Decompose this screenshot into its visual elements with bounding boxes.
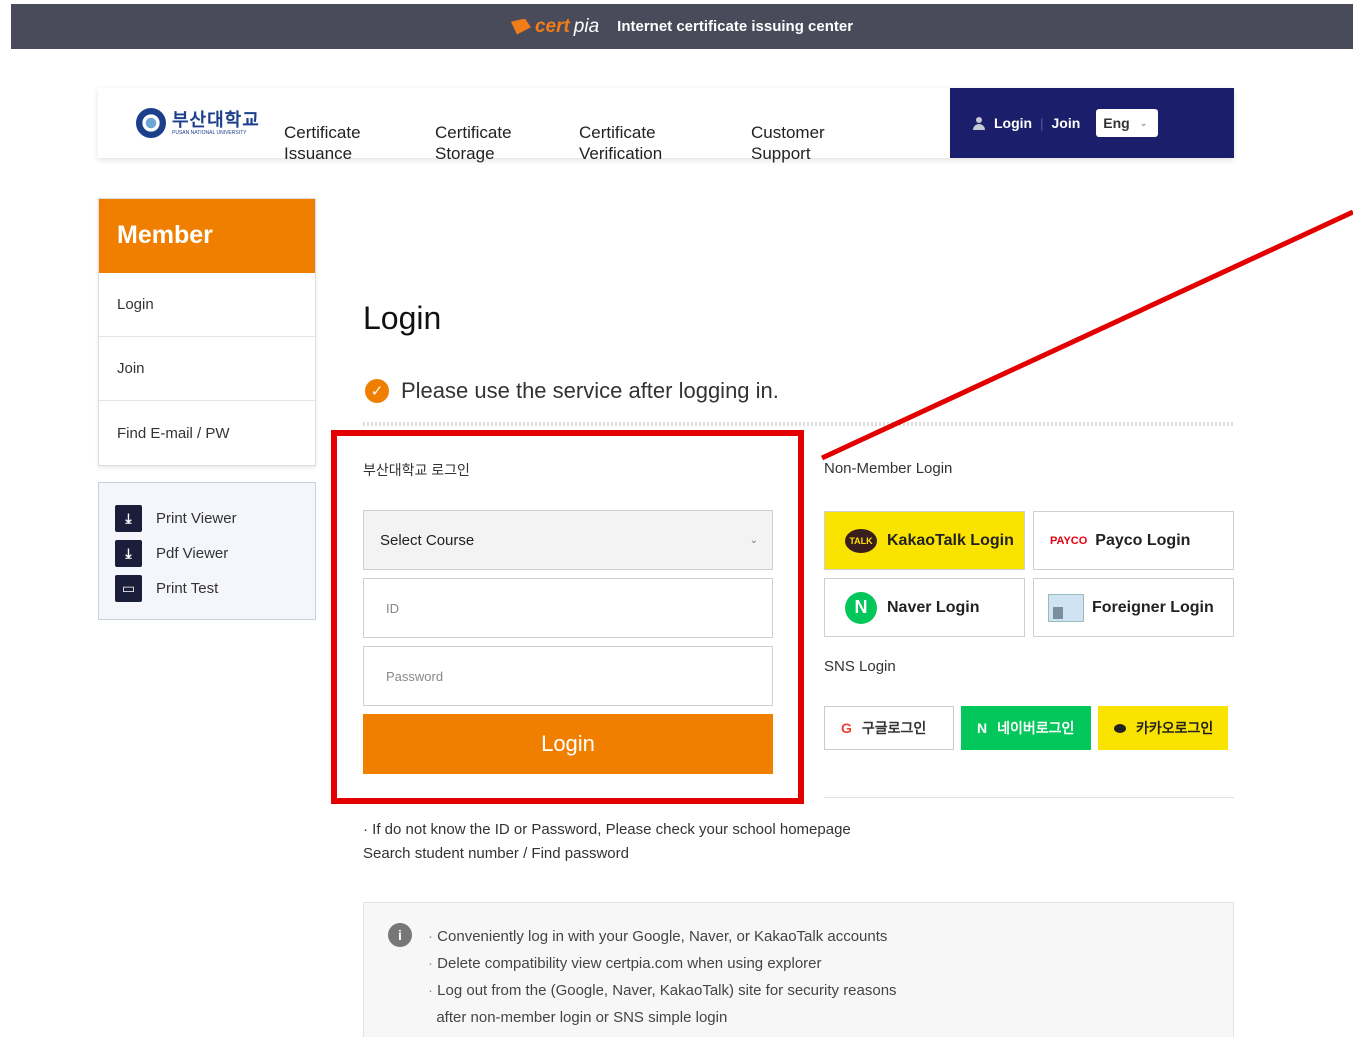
help-line: · If do not know the ID or Password, Ple…: [363, 821, 851, 838]
help-line: Search student number / Find password: [363, 845, 629, 862]
info-icon: i: [388, 923, 412, 947]
info-line: after non-member login or SNS simple log…: [436, 1009, 728, 1026]
google-sns-label: 구글로그인: [861, 720, 927, 736]
foreigner-login-label: Foreigner Login: [1092, 598, 1214, 616]
payco-login-label: Payco Login: [1095, 531, 1191, 549]
google-sns-login-button[interactable]: G 구글로그인: [824, 706, 954, 750]
payco-login-button[interactable]: PAYCO Payco Login: [1033, 511, 1234, 570]
naver-login-button[interactable]: N Naver Login: [824, 578, 1025, 637]
id-card-icon: [1048, 593, 1084, 622]
naver-login-label: Naver Login: [887, 598, 980, 616]
foreigner-login-button[interactable]: Foreigner Login: [1033, 578, 1234, 637]
naver-icon: N: [977, 720, 988, 736]
naver-sns-label: 네이버로그인: [997, 720, 1075, 736]
kakaotalk-login-label: KakaoTalk Login: [887, 531, 1014, 549]
info-box: i Conveniently log in with your Google, …: [363, 902, 1234, 1037]
kakao-sns-login-button[interactable]: 카카오로그인: [1098, 706, 1228, 750]
help-text: · If do not know the ID or Password, Ple…: [363, 818, 851, 866]
kakaotalk-icon: TALK: [845, 528, 877, 553]
nonmember-login-title: Non-Member Login: [824, 460, 953, 477]
naver-sns-login-button[interactable]: N 네이버로그인: [961, 706, 1091, 750]
kakao-sns-label: 카카오로그인: [1136, 720, 1214, 736]
payco-icon: PAYCO: [1050, 534, 1088, 547]
speech-bubble-icon: [1114, 723, 1126, 733]
info-line: Conveniently log in with your Google, Na…: [428, 923, 897, 950]
google-icon: G: [841, 720, 852, 736]
sns-login-title: SNS Login: [824, 658, 896, 675]
info-line: Log out from the (Google, Naver, KakaoTa…: [428, 977, 896, 1004]
info-line: Delete compatibility view certpia.com wh…: [428, 950, 897, 977]
kakaotalk-login-button[interactable]: TALK KakaoTalk Login: [824, 511, 1025, 570]
naver-icon: N: [845, 591, 877, 624]
divider: [824, 797, 1234, 798]
